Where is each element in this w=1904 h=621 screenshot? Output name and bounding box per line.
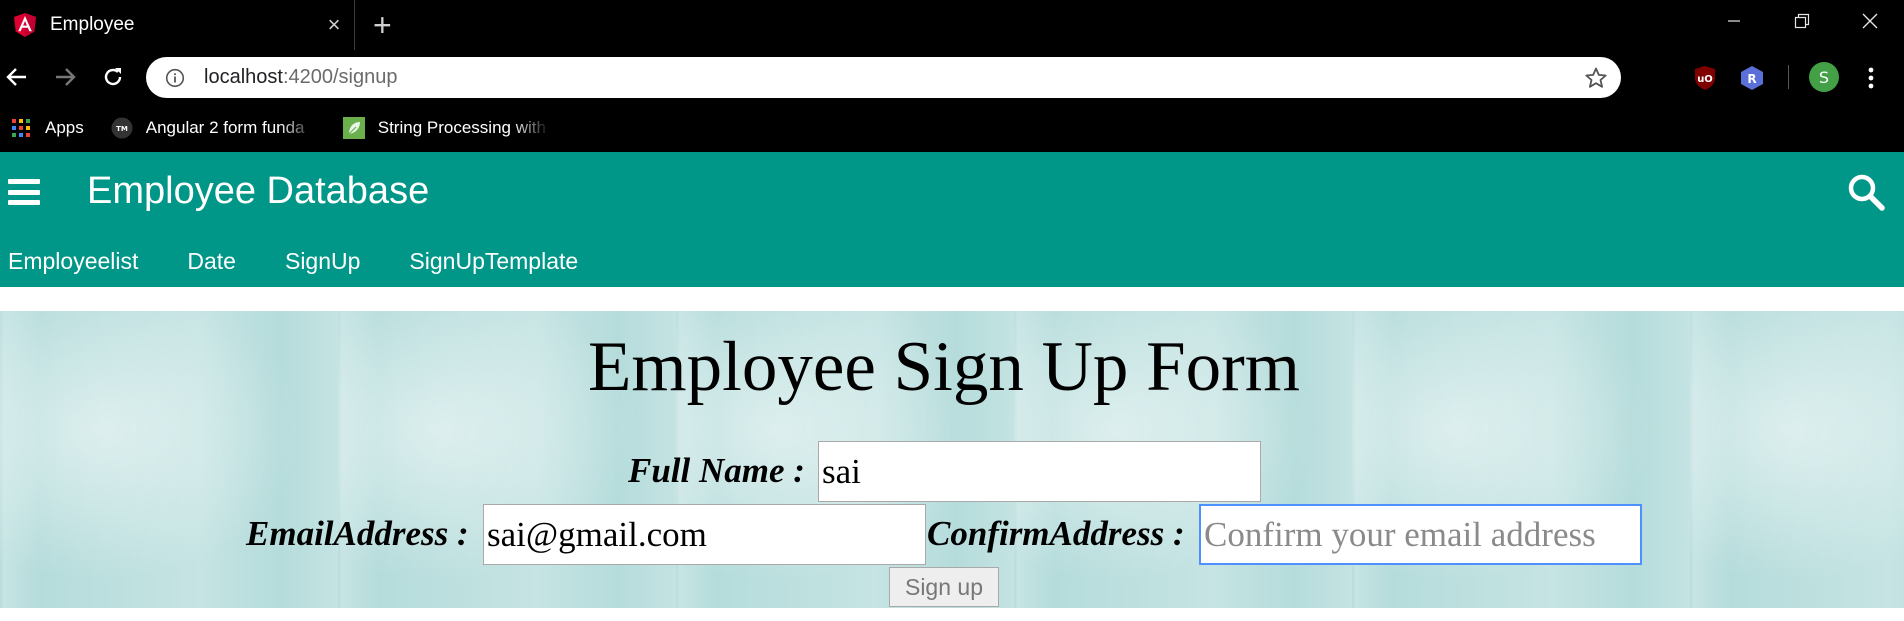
search-icon[interactable] <box>1846 172 1886 212</box>
bookmark-string-processing[interactable]: String Processing with <box>342 116 550 140</box>
toolbar-divider <box>1788 65 1789 89</box>
nav-link-signuptemplate[interactable]: SignUpTemplate <box>409 248 578 275</box>
svg-text:uO: uO <box>1697 74 1713 85</box>
close-window-icon[interactable] <box>1836 0 1904 42</box>
forward-arrow-icon[interactable] <box>48 60 82 94</box>
url-text[interactable]: localhost:4200/signup <box>204 66 1571 89</box>
more-menu-icon[interactable] <box>1857 64 1885 92</box>
url-path: :4200/signup <box>282 66 398 88</box>
app-title: Employee Database <box>87 170 430 212</box>
new-tab-button[interactable]: + <box>373 8 392 42</box>
confirm-address-label: ConfirmAddress : <box>927 514 1185 553</box>
browser-toolbar: localhost:4200/signup uO R S <box>0 50 1904 104</box>
bookmarks-bar: Apps TM Angular 2 form funda String Proc… <box>0 104 1904 152</box>
confirm-address-input[interactable] <box>1199 504 1642 565</box>
menu-icon[interactable] <box>8 179 40 205</box>
r-extension-icon[interactable]: R <box>1738 64 1766 92</box>
bookmark-apps[interactable]: Apps <box>9 116 84 140</box>
address-bar[interactable]: localhost:4200/signup <box>146 57 1621 98</box>
app-header: Employee Database Employeelist Date Sign… <box>0 152 1904 287</box>
form-title: Employee Sign Up Form <box>588 328 1300 406</box>
full-name-input[interactable] <box>818 441 1261 502</box>
nav-link-employeelist[interactable]: Employeelist <box>8 248 138 275</box>
bookmark-label: String Processing with <box>377 118 546 137</box>
nav-link-signup[interactable]: SignUp <box>285 248 360 275</box>
bookmark-star-icon[interactable] <box>1571 66 1621 90</box>
window-controls <box>1700 0 1904 42</box>
email-address-input[interactable] <box>483 504 926 565</box>
full-name-label: Full Name : <box>628 451 805 490</box>
close-tab-icon[interactable]: × <box>314 12 354 38</box>
svg-text:R: R <box>1747 72 1756 86</box>
tm-icon: TM <box>110 116 134 140</box>
restore-icon[interactable] <box>1768 0 1836 42</box>
browser-tab[interactable]: Employee × <box>0 0 355 50</box>
reload-icon[interactable] <box>96 60 130 94</box>
nav-link-date[interactable]: Date <box>187 248 236 275</box>
bookmark-angular-form[interactable]: TM Angular 2 form funda <box>110 116 316 140</box>
svg-text:TM: TM <box>116 125 128 133</box>
leaf-icon <box>342 116 366 140</box>
apps-grid-icon <box>9 116 33 140</box>
email-address-label: EmailAddress : <box>246 514 469 553</box>
angular-logo-icon <box>13 12 37 38</box>
back-arrow-icon[interactable] <box>0 60 34 94</box>
site-info-icon[interactable] <box>146 68 204 88</box>
signup-form: Employee Sign Up Form Full Name : EmailA… <box>0 311 1904 608</box>
svg-text:S: S <box>1819 68 1829 87</box>
bookmark-label: Apps <box>45 118 84 137</box>
ublock-extension-icon[interactable]: uO <box>1691 64 1719 92</box>
signup-button[interactable]: Sign up <box>889 567 999 607</box>
tab-title: Employee <box>50 14 135 35</box>
minimize-icon[interactable] <box>1700 0 1768 42</box>
bookmark-label: Angular 2 form funda <box>145 118 305 137</box>
profile-avatar[interactable]: S <box>1808 61 1840 93</box>
browser-tab-strip: Employee × + <box>0 0 1904 50</box>
app-nav: Employeelist Date SignUp SignUpTemplate <box>8 248 627 275</box>
url-host: localhost <box>204 66 283 88</box>
